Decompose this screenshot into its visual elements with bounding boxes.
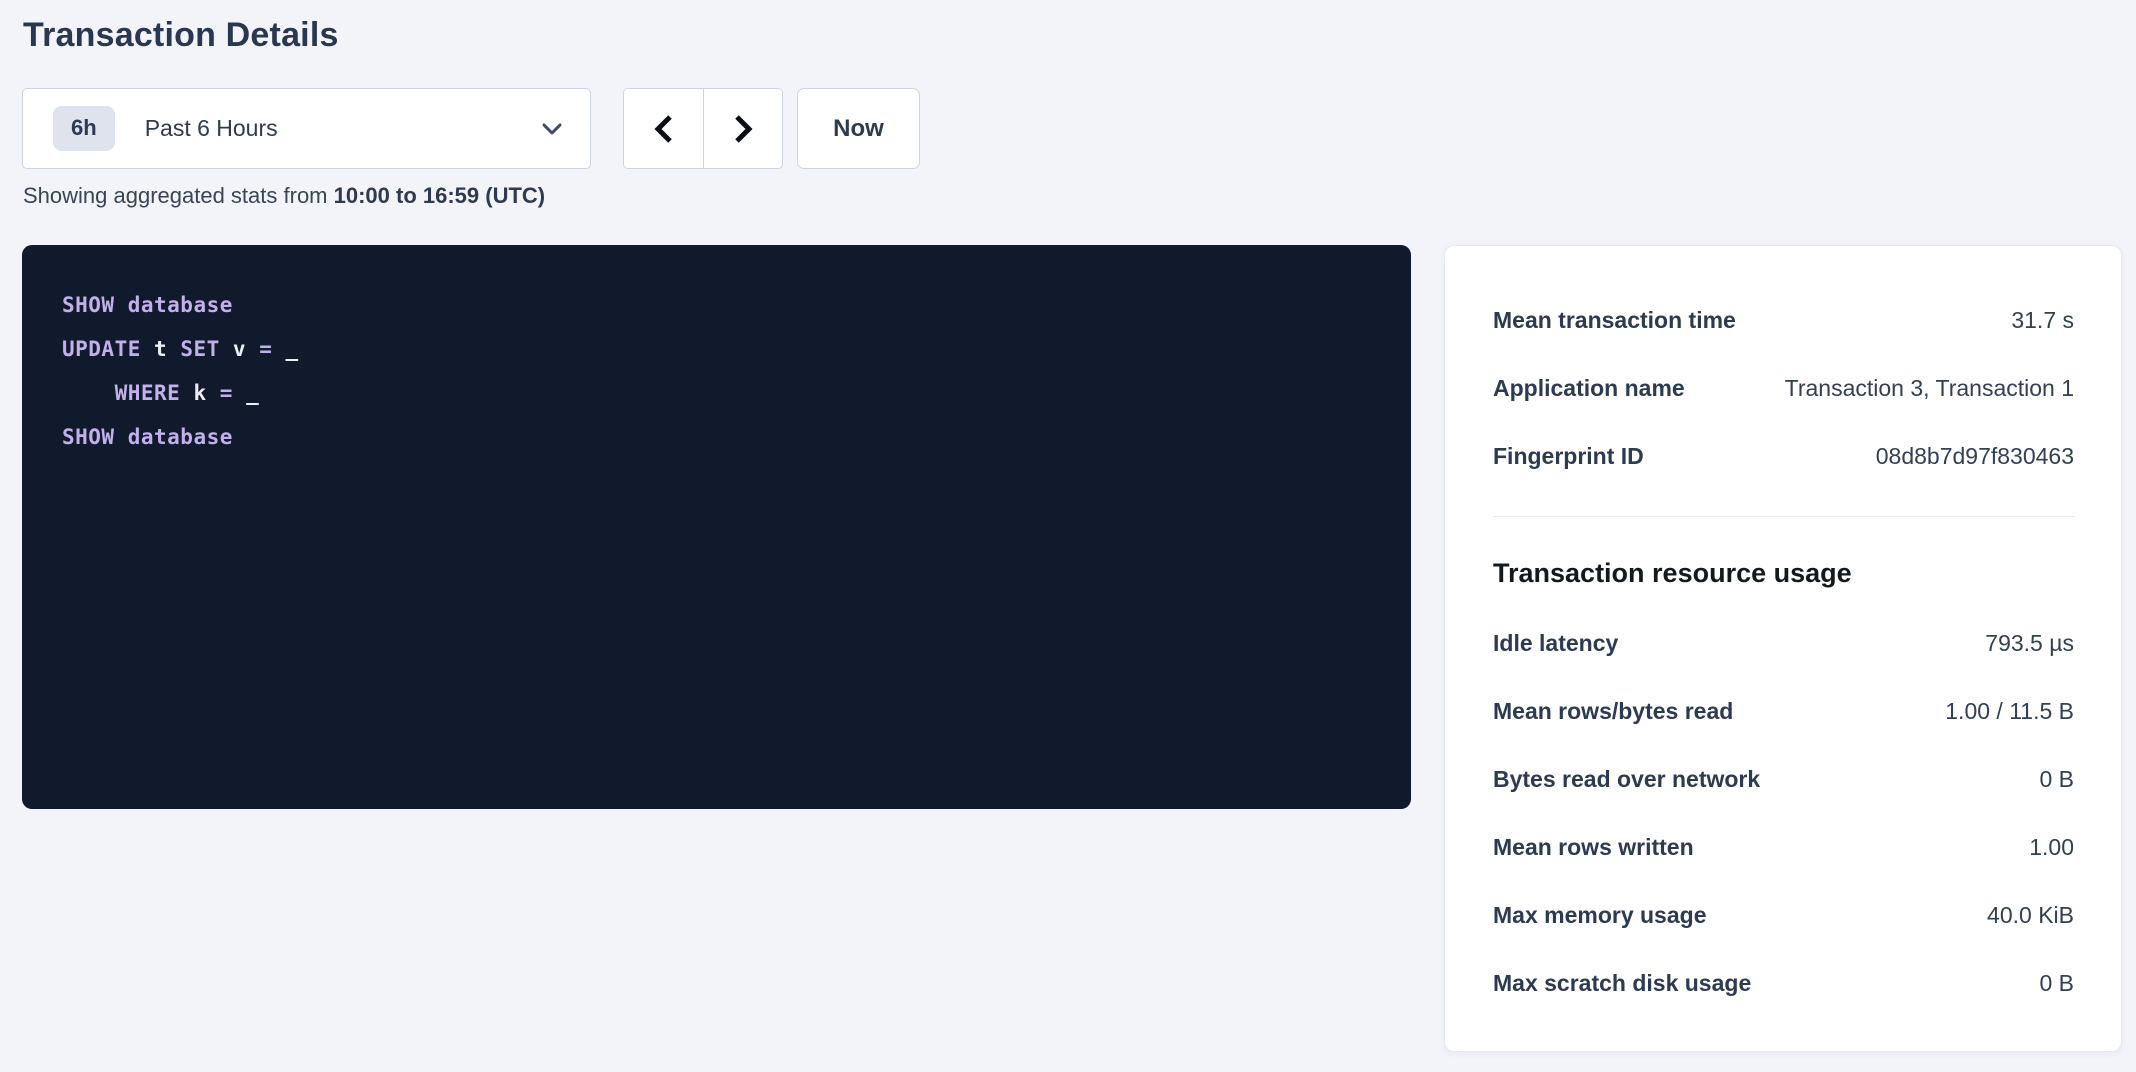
sql-token [246,337,259,361]
now-button[interactable]: Now [797,88,920,169]
time-range-label: Past 6 Hours [145,115,278,142]
next-interval-button[interactable] [703,89,782,168]
overview-stats: Mean transaction time 31.7 s Application n… [1493,286,2074,490]
sql-token [220,337,233,361]
sql-token [167,337,180,361]
time-range-dropdown[interactable]: 6h Past 6 Hours [22,88,591,169]
sql-token [272,337,285,361]
sql-code: SHOW databaseUPDATE t SET v = _ WHERE k … [62,283,1371,459]
sql-keyword: UPDATE [62,337,141,361]
sql-line: WHERE k = _ [62,371,1371,415]
aggregation-summary: Showing aggregated stats from 10:00 to 1… [23,183,545,209]
stat-label: Fingerprint ID [1493,443,1644,470]
stat-label: Application name [1493,375,1685,402]
chevron-right-icon [730,113,756,145]
stat-value: 1.00 / 11.5 B [1945,698,2074,725]
sql-token [180,381,193,405]
sql-keyword: WHERE [115,381,181,405]
sql-token: t [154,337,167,361]
sql-token: _ [246,381,259,405]
stat-value: 0 B [2039,970,2074,997]
sql-token: _ [286,337,299,361]
stat-value: 08d8b7d97f830463 [1876,443,2074,470]
stat-label: Mean rows/bytes read [1493,698,1733,725]
sql-token: k [193,381,206,405]
stat-row: Max memory usage 40.0 KiB [1493,881,2074,949]
page-title: Transaction Details [23,16,339,55]
stat-row: Bytes read over network 0 B [1493,745,2074,813]
sql-token [207,381,220,405]
card-divider [1493,516,2074,517]
sql-line: SHOW database [62,415,1371,459]
stat-label: Max memory usage [1493,902,1706,929]
sql-keyword: database [128,293,233,317]
stat-label: Bytes read over network [1493,766,1760,793]
sql-token: v [233,337,246,361]
stat-row: Mean transaction time 31.7 s [1493,286,2074,354]
sql-token [115,425,128,449]
sql-keyword: SET [180,337,219,361]
prev-interval-button[interactable] [624,89,703,168]
sql-keyword: SHOW [62,293,115,317]
stat-value: 31.7 s [2011,307,2074,334]
sql-keyword: database [128,425,233,449]
time-range-badge: 6h [53,106,115,150]
sql-keyword: = [259,337,272,361]
resource-usage-heading: Transaction resource usage [1493,555,2074,591]
resource-stats: Idle latency 793.5 µs Mean rows/bytes read… [1493,609,2074,1017]
stat-row: Max scratch disk usage 0 B [1493,949,2074,1017]
chevron-left-icon [651,113,677,145]
sql-token [115,293,128,317]
sql-token [141,337,154,361]
sql-line: SHOW database [62,283,1371,327]
stat-row: Application name Transaction 3, Transacti… [1493,354,2074,422]
stat-label: Mean rows written [1493,834,1694,861]
aggregation-summary-prefix: Showing aggregated stats from [23,183,334,208]
stat-value: 0 B [2039,766,2074,793]
sql-keyword: SHOW [62,425,115,449]
time-controls: 6h Past 6 Hours Now [22,88,920,169]
aggregation-summary-range: 10:00 to 16:59 (UTC) [334,183,546,208]
time-nav-group [623,88,783,169]
transaction-stats-card: Mean transaction time 31.7 s Application n… [1444,245,2122,1052]
sql-statement-panel: SHOW databaseUPDATE t SET v = _ WHERE k … [22,245,1411,809]
stat-value: 40.0 KiB [1987,902,2074,929]
stat-row: Fingerprint ID 08d8b7d97f830463 [1493,422,2074,490]
stat-value: 793.5 µs [1985,630,2074,657]
stat-value: 1.00 [2029,834,2074,861]
stat-row: Mean rows/bytes read 1.00 / 11.5 B [1493,677,2074,745]
sql-token [62,381,115,405]
stat-value: Transaction 3, Transaction 1 [1785,375,2074,402]
stat-label: Idle latency [1493,630,1618,657]
stat-label: Mean transaction time [1493,307,1736,334]
sql-token [233,381,246,405]
chevron-down-icon [540,121,564,137]
sql-line: UPDATE t SET v = _ [62,327,1371,371]
stat-label: Max scratch disk usage [1493,970,1751,997]
stat-row: Mean rows written 1.00 [1493,813,2074,881]
sql-keyword: = [220,381,233,405]
stat-row: Idle latency 793.5 µs [1493,609,2074,677]
